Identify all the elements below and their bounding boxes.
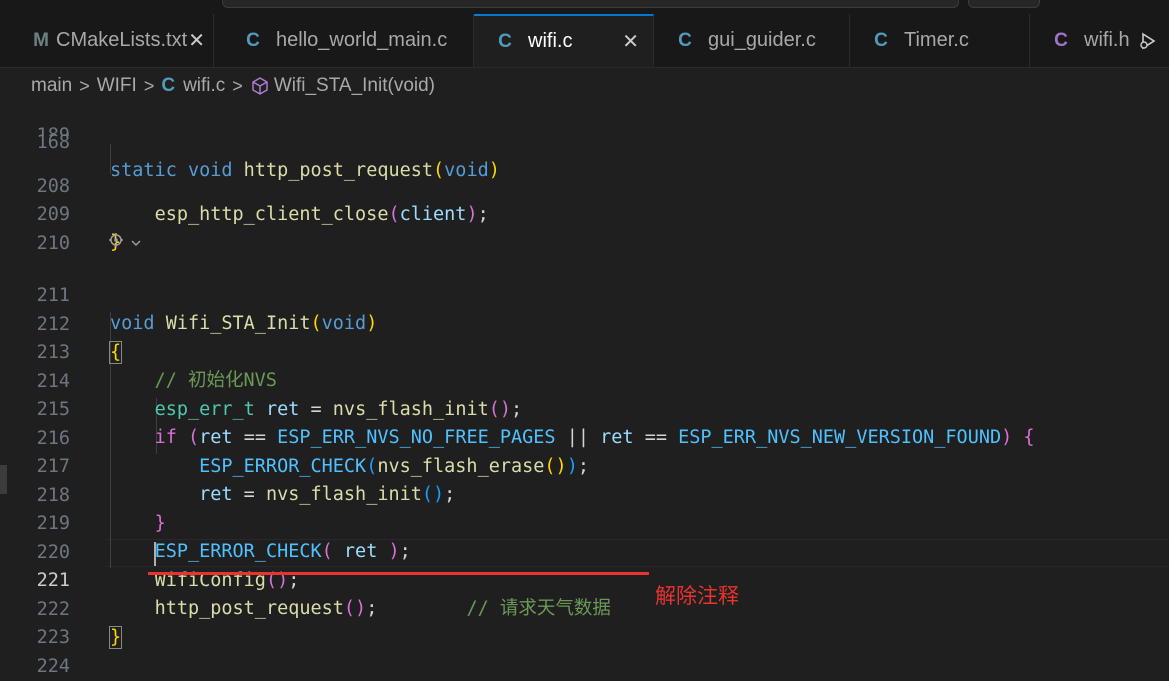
annotation-note: 解除注释 xyxy=(655,584,739,608)
breadcrumb: main > WIFI > C wifi.c > Wifi_STA_Init(v… xyxy=(31,72,435,100)
tab-label: hello_world_main.c xyxy=(276,29,448,51)
command-center[interactable] xyxy=(222,0,959,8)
tab-hello-world-main[interactable]: C hello_world_main.c xyxy=(214,14,474,67)
tab-label: wifi.h xyxy=(1084,29,1130,51)
code-line-current: 221 http_post_request(); // 请求天气数据 xyxy=(0,539,1169,619)
tab-label: Timer.c xyxy=(904,29,969,51)
close-icon[interactable]: ✕ xyxy=(188,28,205,53)
code-line: 216 ESP_ERROR_CHECK(nvs_flash_erase()); xyxy=(0,397,1169,477)
chevron-right-icon: > xyxy=(232,75,243,96)
code-line: 223 xyxy=(0,596,1169,648)
code-line: 214 esp_err_t ret = nvs_flash_init(); xyxy=(0,340,1169,420)
c-file-icon: C xyxy=(246,29,260,51)
chevron-down-icon[interactable] xyxy=(130,238,142,248)
code-line: 208 esp_http_client_close(client); xyxy=(0,145,1169,225)
code-line: 211 void Wifi_STA_Init(void) xyxy=(0,254,1169,334)
tab-gui-guider[interactable]: C gui_guider.c xyxy=(654,14,850,67)
code-line: 219 ESP_ERROR_CHECK( ret ); xyxy=(0,482,1169,562)
cmake-icon: M xyxy=(33,29,49,51)
tab-wifi-h[interactable]: C wifi.h xyxy=(1030,14,1169,67)
codelens[interactable] xyxy=(108,232,142,252)
tab-wifi-c[interactable]: C wifi.c ✕ xyxy=(474,14,654,67)
tab-label: wifi.c xyxy=(528,30,573,52)
code-line: 209 } xyxy=(0,173,1169,253)
tab-cmakelists[interactable]: M CMakeLists.txt ✕ xyxy=(0,14,214,67)
code-line: 189 }else{ xyxy=(0,126,1169,136)
chevron-right-icon: > xyxy=(143,75,155,96)
code-line: 218 } xyxy=(0,454,1169,534)
sticky-scroll-line[interactable]: 168 static void http_post_request(void) xyxy=(0,101,1169,181)
c-file-icon: C xyxy=(678,29,692,51)
tab-label: gui_guider.c xyxy=(708,29,816,51)
code-line: 217 ret = nvs_flash_init(); xyxy=(0,425,1169,505)
run-icon[interactable] xyxy=(1138,31,1158,51)
breadcrumb-item[interactable]: main xyxy=(31,75,72,97)
chevron-right-icon: > xyxy=(79,75,90,96)
red-underline-annotation xyxy=(148,572,649,575)
line-number: 224 xyxy=(36,656,70,677)
c-file-icon: C xyxy=(161,75,176,96)
c-file-icon: C xyxy=(874,29,888,51)
h-file-icon: C xyxy=(1054,29,1068,51)
code-line: 215 if (ret == ESP_ERR_NVS_NO_FREE_PAGES… xyxy=(0,368,1169,448)
title-bar-button[interactable] xyxy=(968,0,1040,8)
code-line: 212 { xyxy=(0,283,1169,364)
close-icon[interactable]: ✕ xyxy=(622,29,639,54)
code-line: 213 // 初始化NVS xyxy=(0,311,1169,391)
breadcrumb-item[interactable]: Wifi_STA_Init(void) xyxy=(274,75,435,97)
tab-timer[interactable]: C Timer.c xyxy=(850,14,1030,67)
tab-label: CMakeLists.txt xyxy=(56,29,188,51)
c-file-icon: C xyxy=(498,30,512,52)
breadcrumb-item[interactable]: WIFI xyxy=(97,75,137,97)
title-bar xyxy=(0,0,1169,14)
text-cursor xyxy=(154,542,156,566)
gear-sparkle-icon xyxy=(109,233,123,247)
editor-tab-bar: M CMakeLists.txt ✕ C hello_world_main.c … xyxy=(0,14,1169,68)
code-line: 210 xyxy=(0,202,1169,254)
breadcrumb-item[interactable]: wifi.c xyxy=(183,75,225,97)
code-line: 220 WifiConfig(); xyxy=(0,511,1169,591)
cube-icon xyxy=(252,77,268,95)
